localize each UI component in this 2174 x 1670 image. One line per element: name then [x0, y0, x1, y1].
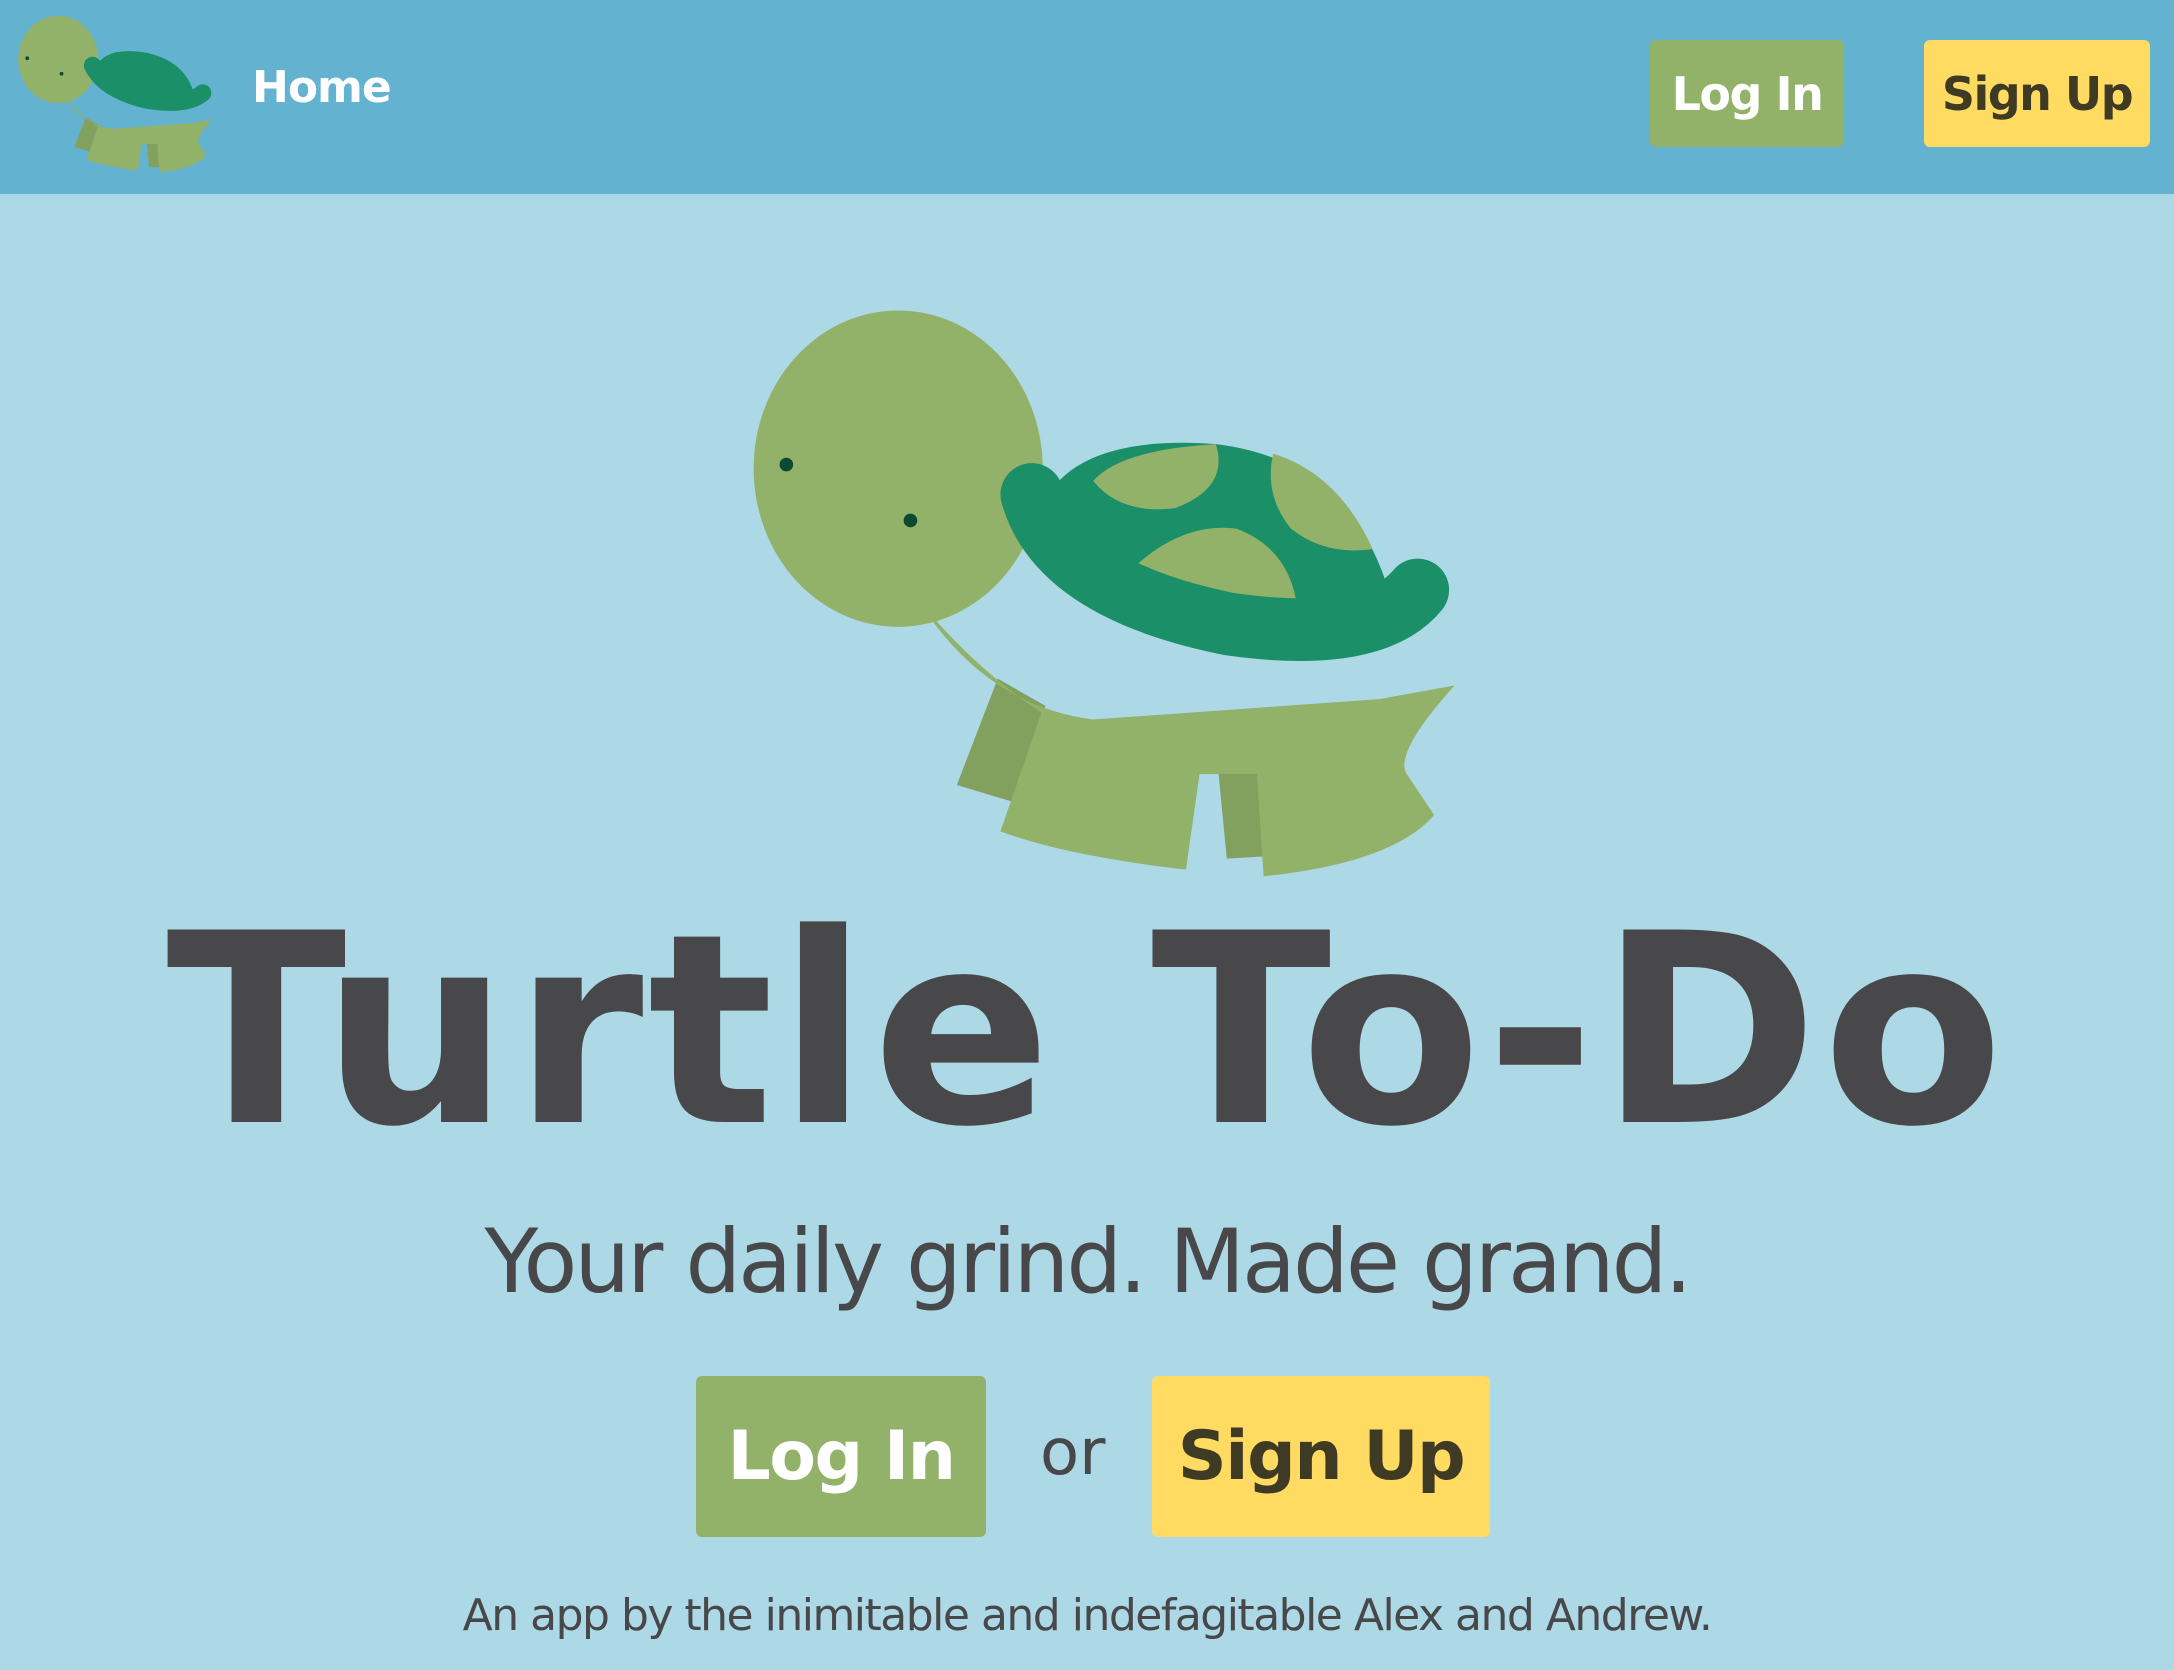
hero-login-button[interactable]: Log In — [696, 1376, 986, 1537]
nav-login-button[interactable]: Log In — [1650, 40, 1844, 147]
top-navbar: Home Log In Sign Up — [0, 0, 2174, 194]
app-tagline: Your daily grind. Made grand. — [484, 1210, 1692, 1313]
turtle-illustration-icon — [753, 310, 1455, 877]
hero-signup-button[interactable]: Sign Up — [1152, 1376, 1490, 1537]
nav-signup-button[interactable]: Sign Up — [1924, 40, 2150, 147]
or-separator: or — [1040, 1416, 1106, 1490]
credit-text: An app by the inimitable and indefagitab… — [462, 1590, 1713, 1641]
turtle-logo-icon[interactable] — [14, 10, 214, 176]
app-title: Turtle To-Do — [166, 878, 2008, 1185]
home-link[interactable]: Home — [252, 62, 392, 113]
